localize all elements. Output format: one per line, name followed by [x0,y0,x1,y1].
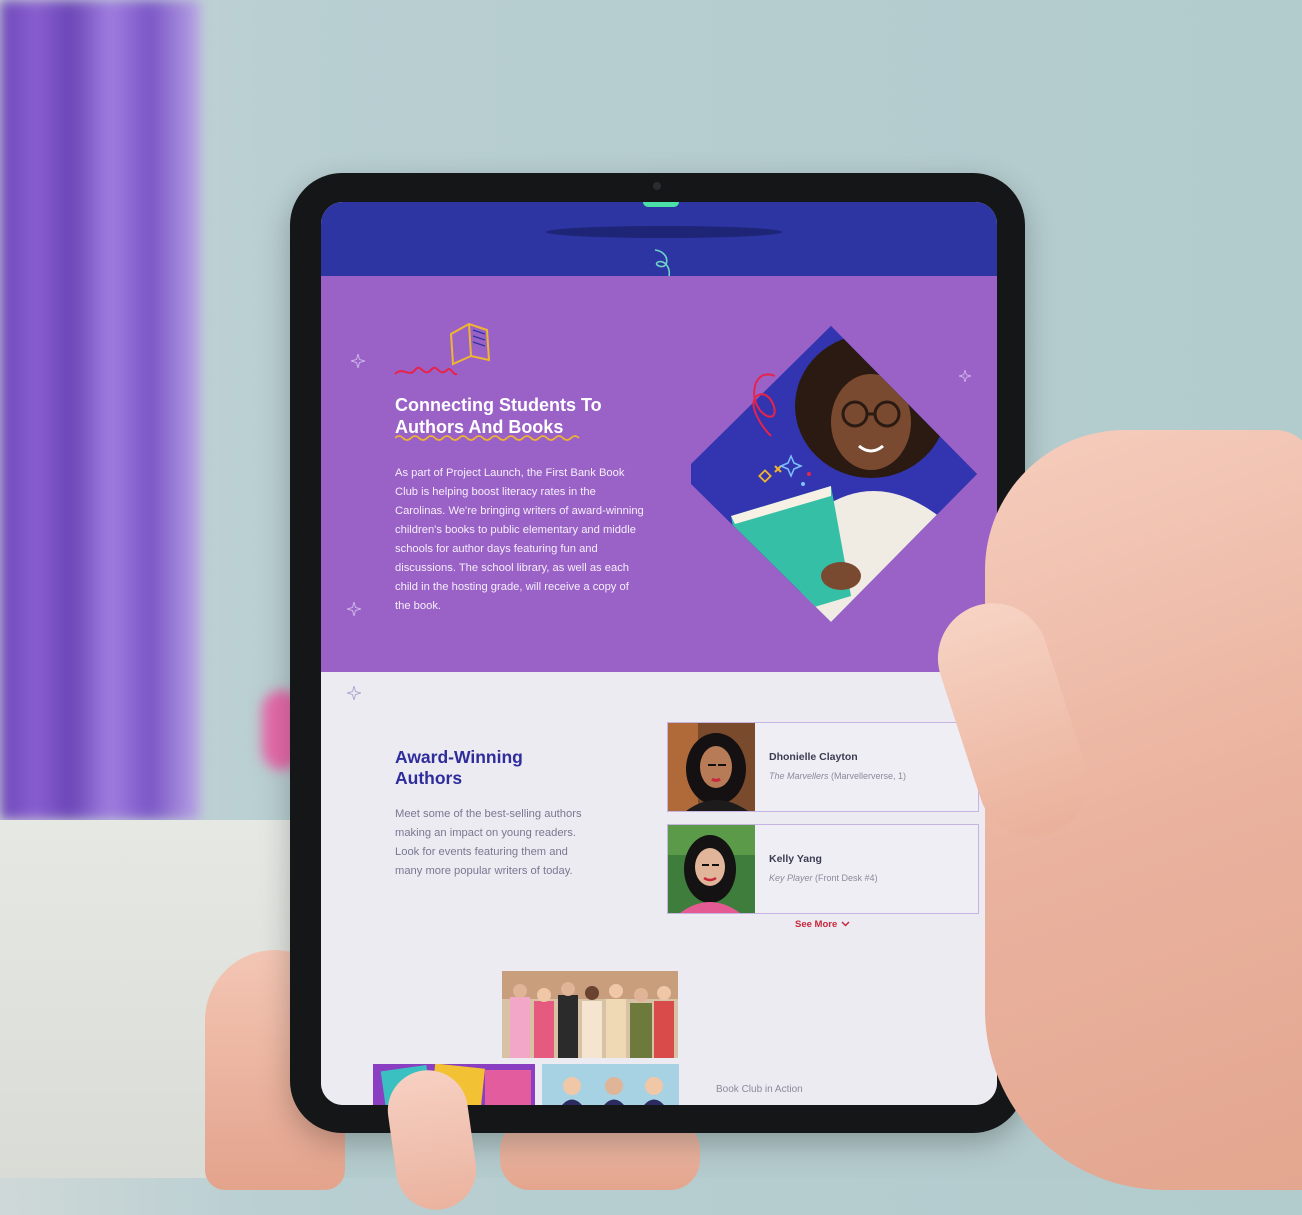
author-name: Kelly Yang [769,853,822,865]
camera-icon [653,182,661,190]
student-reading-photo [691,326,977,622]
authors-section: Award-Winning Authors Meet some of the b… [321,672,997,1105]
author-name: Dhonielle Clayton [769,751,858,763]
authors-description: Meet some of the best-selling authors ma… [395,808,582,877]
hero-title: Connecting Students To Authors And Books [395,394,665,438]
author-photo [668,723,755,811]
see-more-label: See More [795,919,838,930]
authors-title: Award-Winning Authors [395,747,595,789]
chevron-down-icon [841,919,850,930]
author-book: Key Player (Front Desk #4) [769,873,878,883]
gallery-caption: Book Club in Action [716,1084,803,1095]
banner-shadow [546,226,782,238]
author-card[interactable]: Kelly Yang Key Player (Front Desk #4) [667,824,979,914]
author-photo [668,825,755,913]
background-curtain [0,0,200,820]
authors-title-line1: Award-Winning [395,747,523,767]
book-doodle-icon [394,322,491,376]
book-title: The Marvellers [769,771,829,781]
wavy-underline-icon [395,435,580,441]
author-book: The Marvellers (Marvellerverse, 1) [769,771,906,781]
hero-title-line1: Connecting Students To [395,395,602,415]
book-series: (Front Desk #4) [815,873,878,883]
author-card[interactable]: Dhonielle Clayton The Marvellers (Marvel… [667,722,979,812]
authors-event-photo [542,1064,679,1105]
book-series: (Marvellerverse, 1) [831,771,907,781]
sparkle-icon [959,370,971,382]
top-tab-accent [643,202,679,207]
authors-title-line2: Authors [395,768,463,788]
tablet-screen[interactable]: Connecting Students To Authors And Books… [321,202,997,1105]
hero-section: Connecting Students To Authors And Books… [321,276,997,672]
top-banner [321,202,997,301]
students-group-photo [502,971,678,1058]
see-more-link[interactable]: See More [795,919,850,930]
sparkle-icon [351,354,365,368]
sparkle-icon [347,602,361,616]
sparkle-icon [347,686,361,700]
hero-description: As part of Project Launch, the First Ban… [395,467,644,612]
book-title: Key Player [769,873,813,883]
